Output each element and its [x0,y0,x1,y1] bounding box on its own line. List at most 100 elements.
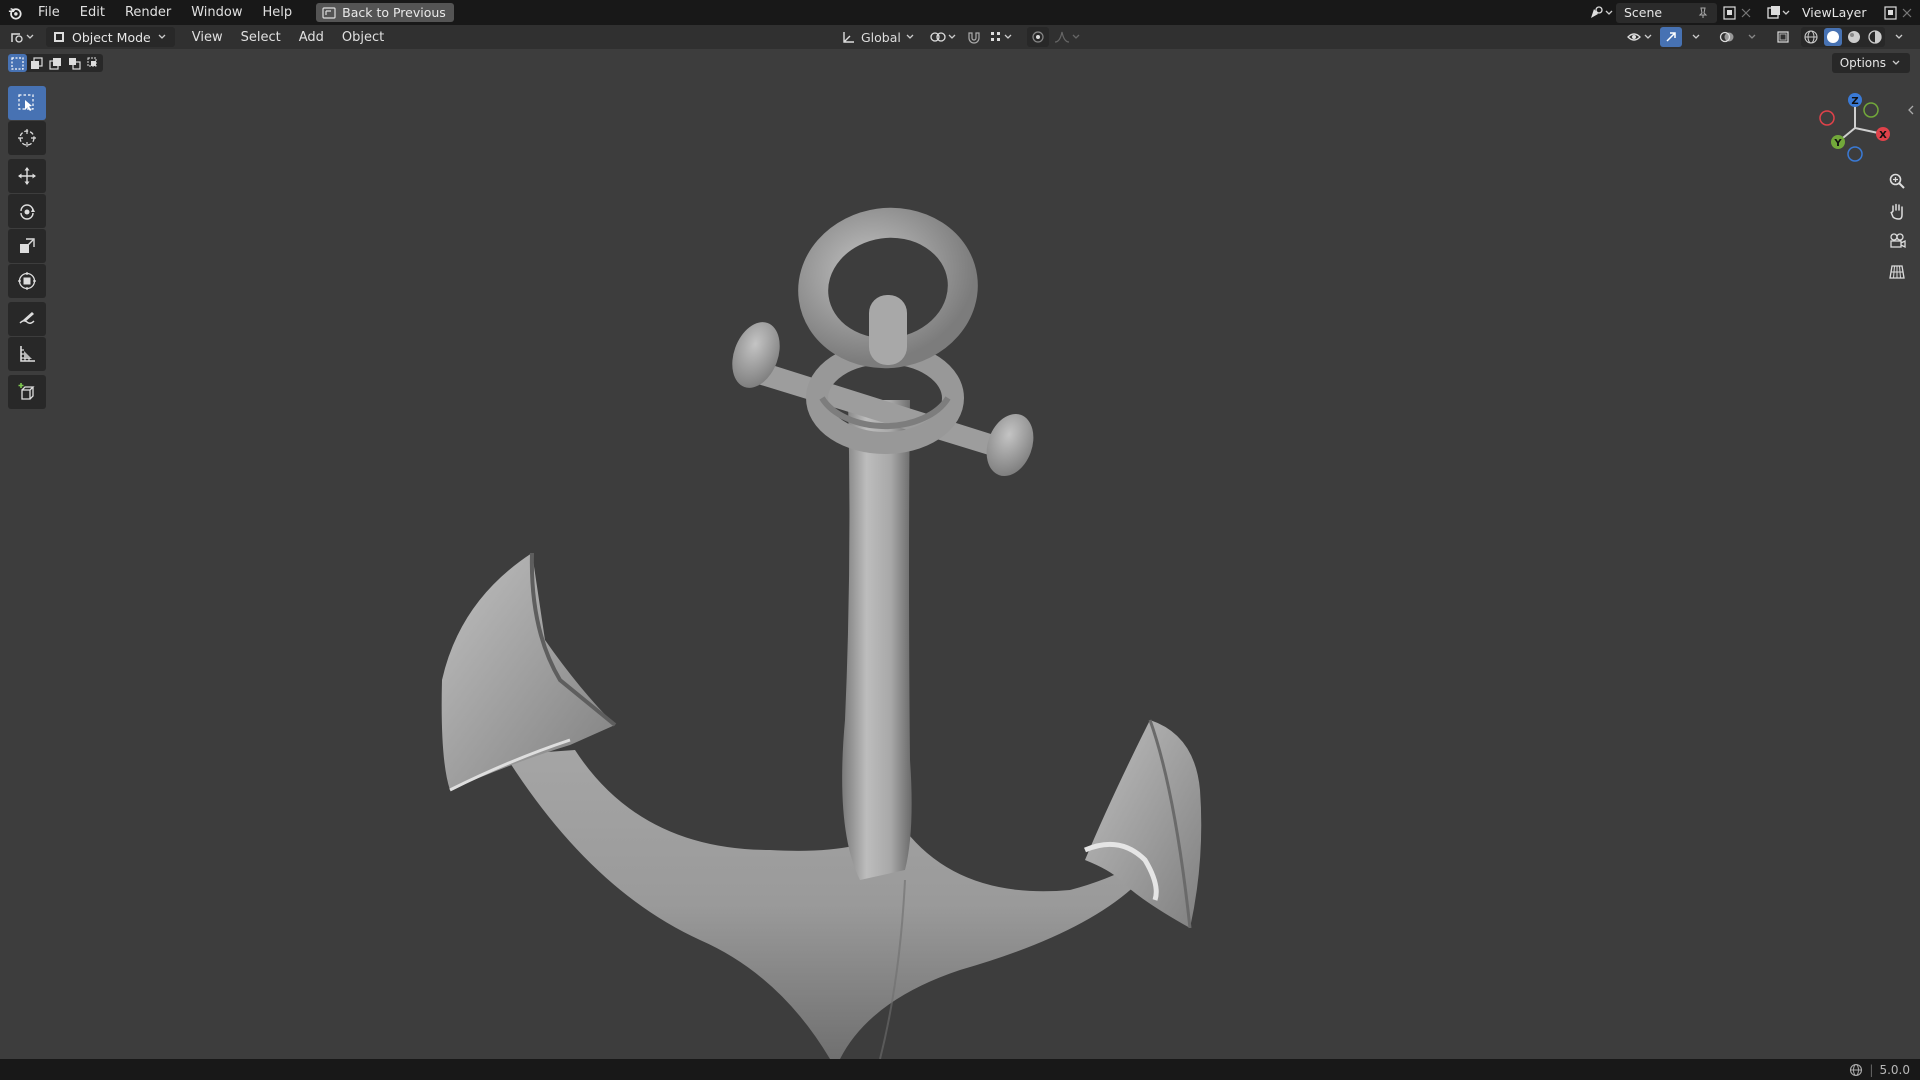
object-mode-icon [54,32,64,42]
scale-icon [20,238,35,253]
gizmo-z-label: Z [1851,96,1858,107]
shading-options-dropdown[interactable] [1888,27,1910,47]
snap-target-dropdown[interactable] [989,27,1015,47]
proportional-edit-icon [1032,31,1044,43]
chevron-down-icon [906,34,914,39]
move-icon [18,167,36,185]
chevron-down-icon [1895,34,1903,39]
gizmo-options-dropdown[interactable] [1685,27,1707,47]
3d-viewport[interactable] [0,49,1920,1060]
cursor-icon [18,129,36,147]
proportional-edit-toggle[interactable] [1026,27,1049,47]
network-globe-icon [1850,1063,1863,1076]
scene-name: Scene [1624,5,1663,20]
view-layer-selector[interactable]: ViewLayer [1766,2,1914,23]
move-tool[interactable] [8,159,46,193]
chevron-down-icon [1892,60,1900,65]
gizmo-y-label: Y [1833,138,1842,149]
blender-version: 5.0.0 [1879,1062,1910,1077]
transform-tools-group: Global [837,27,1083,47]
pan-hand-icon [1890,203,1903,220]
gizmo-neg-z-axis[interactable] [1847,146,1863,162]
cursor-tool[interactable] [8,121,46,155]
viewport-display-tools [1625,27,1910,47]
object-mode-dropdown[interactable]: Object Mode [46,27,175,47]
wireframe-shading-icon[interactable] [1803,29,1819,45]
show-overlays-toggle[interactable] [1716,27,1738,47]
material-preview-icon[interactable] [1846,29,1862,45]
header-menu-add[interactable]: Add [290,30,333,45]
delete-scene-icon[interactable] [1739,6,1753,20]
snap-magnet-icon [968,32,980,44]
navigation-gizmo[interactable]: Z X Y [1810,88,1900,168]
orientation-icon [843,32,854,43]
back-to-previous-button[interactable]: Back to Previous [316,3,454,22]
camera-view-button[interactable] [1884,228,1910,254]
pin-icon[interactable] [1697,7,1709,19]
options-dropdown[interactable]: Options [1831,53,1910,73]
rendered-shading-icon[interactable] [1867,29,1883,45]
solid-shading-icon[interactable] [1823,28,1842,46]
annotate-tool[interactable] [8,302,46,336]
view-layer-field[interactable]: ViewLayer [1794,3,1882,23]
scene-selector[interactable]: Scene [1588,2,1753,23]
header-menu-select[interactable]: Select [232,30,290,45]
gizmo-neg-y-axis[interactable] [1863,102,1879,118]
annotate-icon [19,312,35,324]
measure-tool[interactable] [8,337,46,371]
menu-file[interactable]: File [28,0,70,25]
select-box-tool[interactable] [8,86,46,120]
options-label: Options [1839,56,1886,70]
select-extend-mode-icon[interactable] [27,54,46,72]
overlays-options-dropdown[interactable] [1741,27,1763,47]
scale-tool[interactable] [8,229,46,263]
transform-icon [18,272,36,290]
new-scene-icon[interactable] [1721,5,1739,21]
chevron-down-icon [158,34,166,39]
orientation-dropdown[interactable]: Global [837,27,919,47]
header-menu-view[interactable]: View [183,30,232,45]
snap-toggle[interactable] [963,27,985,47]
view-layer-name: ViewLayer [1802,5,1867,20]
header-menu-object[interactable]: Object [333,30,393,45]
gizmo-icon [1666,32,1676,42]
scene-name-field[interactable]: Scene [1616,2,1717,23]
chevron-down-icon [1692,34,1700,39]
object-mode-label: Object Mode [72,29,151,45]
zoom-button[interactable] [1884,168,1910,194]
back-icon [322,6,336,19]
xray-toggle[interactable] [1772,27,1794,47]
rotate-tool[interactable] [8,194,46,228]
add-cube-tool[interactable] [8,375,46,409]
menu-render[interactable]: Render [115,0,181,25]
proportional-falloff-dropdown[interactable] [1053,27,1083,47]
top-bar: File Edit Render Window Help Back to Pre… [0,0,1920,25]
select-invert-mode-icon[interactable] [65,54,84,72]
new-view-layer-icon[interactable] [1882,5,1900,21]
editor-type-button[interactable] [8,27,38,47]
menu-help[interactable]: Help [253,0,303,25]
object-visibility-dropdown[interactable] [1625,27,1657,47]
view-layer-icon [1767,5,1790,19]
menu-window[interactable]: Window [181,0,252,25]
3d-viewport-icon [11,33,34,43]
pivot-point-icon [930,32,956,42]
select-new-mode-icon[interactable] [8,54,27,72]
select-intersect-mode-icon[interactable] [84,54,103,72]
blender-logo-icon[interactable] [8,6,22,20]
overlays-icon [1719,31,1734,43]
ortho-toggle-button[interactable] [1884,258,1910,284]
status-bar: | 5.0.0 [0,1059,1920,1080]
tool-shelf [8,86,46,410]
anchor-model[interactable] [0,49,1920,1060]
transform-tool[interactable] [8,264,46,298]
show-gizmo-toggle[interactable] [1660,27,1682,47]
delete-view-layer-icon[interactable] [1900,6,1914,20]
pivot-point-dropdown[interactable] [929,27,959,47]
pan-button[interactable] [1884,198,1910,224]
gizmo-neg-x-axis[interactable] [1819,110,1835,126]
sidebar-toggle-arrow-icon[interactable] [1906,104,1916,116]
select-subtract-mode-icon[interactable] [46,54,65,72]
camera-icon [1890,233,1906,249]
menu-edit[interactable]: Edit [70,0,115,25]
